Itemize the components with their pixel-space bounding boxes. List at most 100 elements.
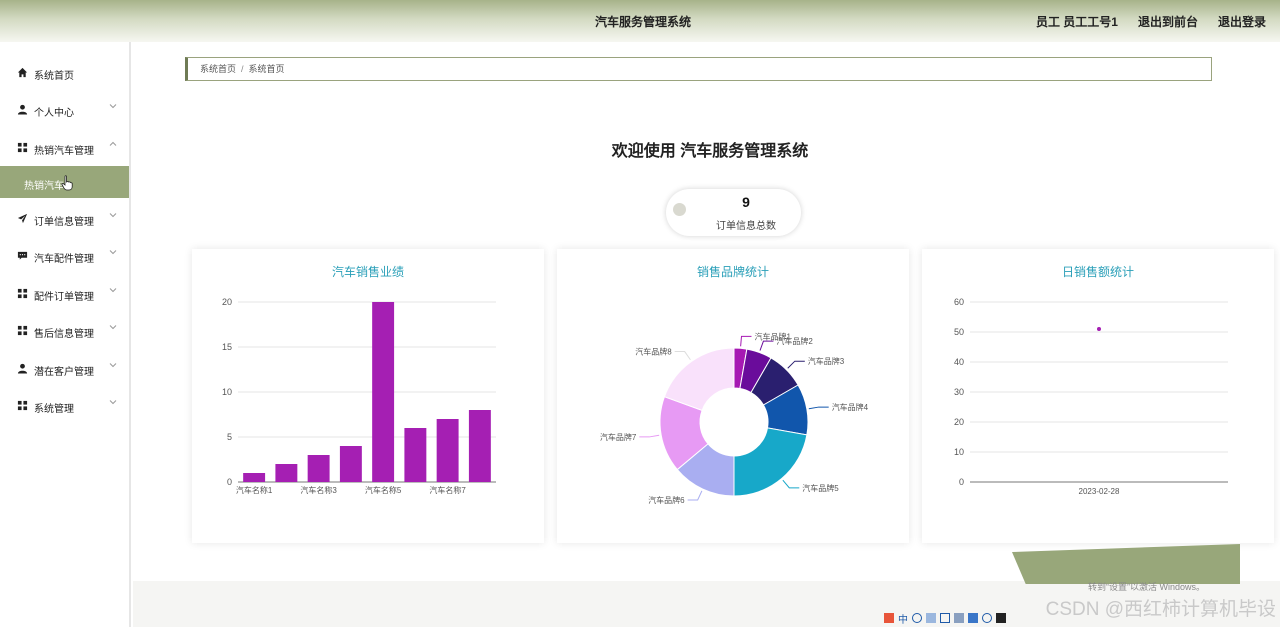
x-tick-label: 汽车名称5	[365, 485, 402, 495]
sidebar-item-home[interactable]: 系统首页	[0, 57, 129, 87]
sidebar: 系统首页 个人中心 热销汽车管理 热销汽车 订单信息管理 汽车配件管理 配件订单…	[0, 42, 131, 627]
sidebar-item-hot-cars[interactable]: 热销汽车管理	[0, 132, 129, 162]
bar	[243, 473, 266, 482]
breadcrumb-current: 系统首页	[248, 64, 285, 74]
stat-label: 订单信息总数	[716, 221, 776, 232]
bar	[275, 464, 298, 482]
gear-icon[interactable]	[982, 613, 992, 623]
y-tick-label: 5	[227, 432, 232, 442]
logout-link[interactable]: 退出登录	[1218, 13, 1266, 30]
data-point	[1097, 327, 1101, 331]
sidebar-item-label: 汽车配件管理	[34, 254, 94, 265]
tiktok-icon[interactable]	[996, 613, 1006, 623]
bar	[339, 446, 362, 482]
chevron-down-icon	[109, 213, 117, 218]
y-tick-label: 20	[222, 297, 232, 307]
breadcrumb-home[interactable]: 系统首页	[200, 64, 236, 74]
bar	[307, 455, 330, 482]
slice-label-line	[787, 360, 805, 369]
sidebar-subitem-hot-cars[interactable]: 热销汽车	[0, 166, 129, 198]
slice-label-line	[782, 479, 800, 489]
sidebar-item-label: 热销汽车管理	[34, 146, 94, 157]
sidebar-item-parts[interactable]: 汽车配件管理	[0, 240, 129, 270]
sidebar-item-profile[interactable]: 个人中心	[0, 94, 129, 124]
chart-panel-sales: 汽车销售业绩 0 5 10 15 20 汽车名称1 汽车名称3 汽车名称5 汽车名称7	[192, 249, 544, 543]
sidebar-item-orders[interactable]: 订单信息管理	[0, 203, 129, 233]
y-tick-label: 10	[954, 447, 964, 457]
x-tick-label: 汽车名称1	[236, 485, 273, 495]
person-icon[interactable]	[954, 613, 964, 623]
y-tick-label: 30	[954, 387, 964, 397]
bar	[372, 302, 395, 482]
sidebar-item-part-orders[interactable]: 配件订单管理	[0, 278, 129, 308]
bar	[404, 428, 427, 482]
slice-label: 汽车品牌2	[776, 336, 813, 346]
sidebar-item-after-sales[interactable]: 售后信息管理	[0, 315, 129, 345]
hand-cursor-icon	[61, 175, 73, 191]
sidebar-item-customers[interactable]: 潜在客户管理	[0, 353, 129, 383]
sidebar-item-label: 订单信息管理	[34, 217, 94, 228]
ime-language[interactable]: 中	[898, 611, 908, 626]
y-tick-label: 15	[222, 342, 232, 352]
pie-chart: 汽车品牌1汽车品牌2汽车品牌3汽车品牌4汽车品牌5汽车品牌6汽车品牌7汽车品牌8	[600, 331, 869, 505]
slice-label-line	[687, 490, 703, 501]
sidebar-subitem-label: 热销汽车	[24, 181, 64, 192]
x-tick-label: 汽车名称7	[429, 485, 466, 495]
ime-toolbar: 中	[884, 610, 1034, 626]
sidebar-item-label: 潜在客户管理	[34, 367, 94, 378]
slice-label-line	[639, 434, 660, 438]
slice-label: 汽车品牌4	[832, 402, 869, 412]
ime-logo-icon[interactable]	[884, 613, 894, 623]
chevron-down-icon	[109, 250, 117, 255]
front-link[interactable]: 退出到前台	[1138, 13, 1198, 30]
pie-slice	[663, 347, 735, 412]
y-tick-label: 0	[227, 477, 232, 487]
slice-label-line	[759, 340, 774, 351]
grid-icon	[17, 325, 28, 336]
sidebar-item-label: 系统管理	[34, 404, 74, 415]
shirt-icon[interactable]	[968, 613, 978, 623]
chart-panel-brands: 销售品牌统计 汽车品牌1 汽车品牌2 汽车品牌3 汽车品牌4 汽车品牌5 汽车品牌6 汽车品…	[557, 249, 909, 543]
y-tick-label: 10	[222, 387, 232, 397]
bar-chart: 0 5 10 15 20 汽车名称1 汽车名称3 汽车名称5 汽车名称7	[222, 297, 496, 495]
keyboard-icon[interactable]	[940, 613, 950, 623]
slice-label: 汽车品牌3	[808, 356, 845, 366]
chevron-down-icon	[109, 325, 117, 330]
page-title: 欢迎使用 汽车服务管理系统	[611, 143, 809, 160]
slice-label-line	[740, 335, 752, 347]
y-tick-label: 0	[959, 477, 964, 487]
sidebar-item-system[interactable]: 系统管理	[0, 390, 129, 420]
line-chart: 0 10 20 30 40 50 60 2023-02-28	[954, 297, 1228, 496]
header-actions: 员工 员工工号1 退出到前台 退出登录	[1036, 13, 1266, 30]
current-user[interactable]: 员工 员工工号1	[1036, 13, 1118, 30]
windows-activation-text: 转到“设置”以激活 Windows。	[1088, 582, 1206, 592]
y-tick-label: 20	[954, 417, 964, 427]
stat-dot-icon	[673, 203, 686, 216]
y-tick-label: 60	[954, 297, 964, 307]
grid-icon	[17, 288, 28, 299]
breadcrumb: 系统首页 / 系统首页	[185, 57, 1212, 81]
send-icon	[17, 213, 28, 224]
chevron-down-icon	[109, 288, 117, 293]
slice-label: 汽车品牌5	[802, 483, 839, 493]
x-tick-label: 2023-02-28	[1079, 487, 1120, 496]
chevron-down-icon	[109, 104, 117, 109]
sidebar-item-label: 售后信息管理	[34, 329, 94, 340]
punctuation-icon[interactable]	[926, 613, 936, 623]
chart-panel-daily: 日销售额统计 0 10 20 30 40 50 60 2023-02-28	[922, 249, 1274, 543]
x-tick-label: 汽车名称3	[300, 485, 337, 495]
sidebar-item-label: 个人中心	[34, 108, 74, 119]
sidebar-item-label: 系统首页	[34, 71, 74, 82]
moon-icon[interactable]	[912, 613, 922, 623]
y-tick-label: 50	[954, 327, 964, 337]
chat-icon	[17, 251, 28, 260]
chevron-up-icon	[109, 141, 117, 146]
sidebar-item-label: 配件订单管理	[34, 292, 94, 303]
grid-icon	[17, 400, 28, 411]
bar	[468, 410, 491, 482]
slice-label: 汽车品牌8	[635, 347, 672, 357]
chevron-down-icon	[109, 400, 117, 405]
slice-label-line	[674, 351, 691, 361]
watermark: CSDN @西红柿计算机毕设	[1045, 599, 1276, 620]
stat-value: 9	[742, 194, 750, 210]
